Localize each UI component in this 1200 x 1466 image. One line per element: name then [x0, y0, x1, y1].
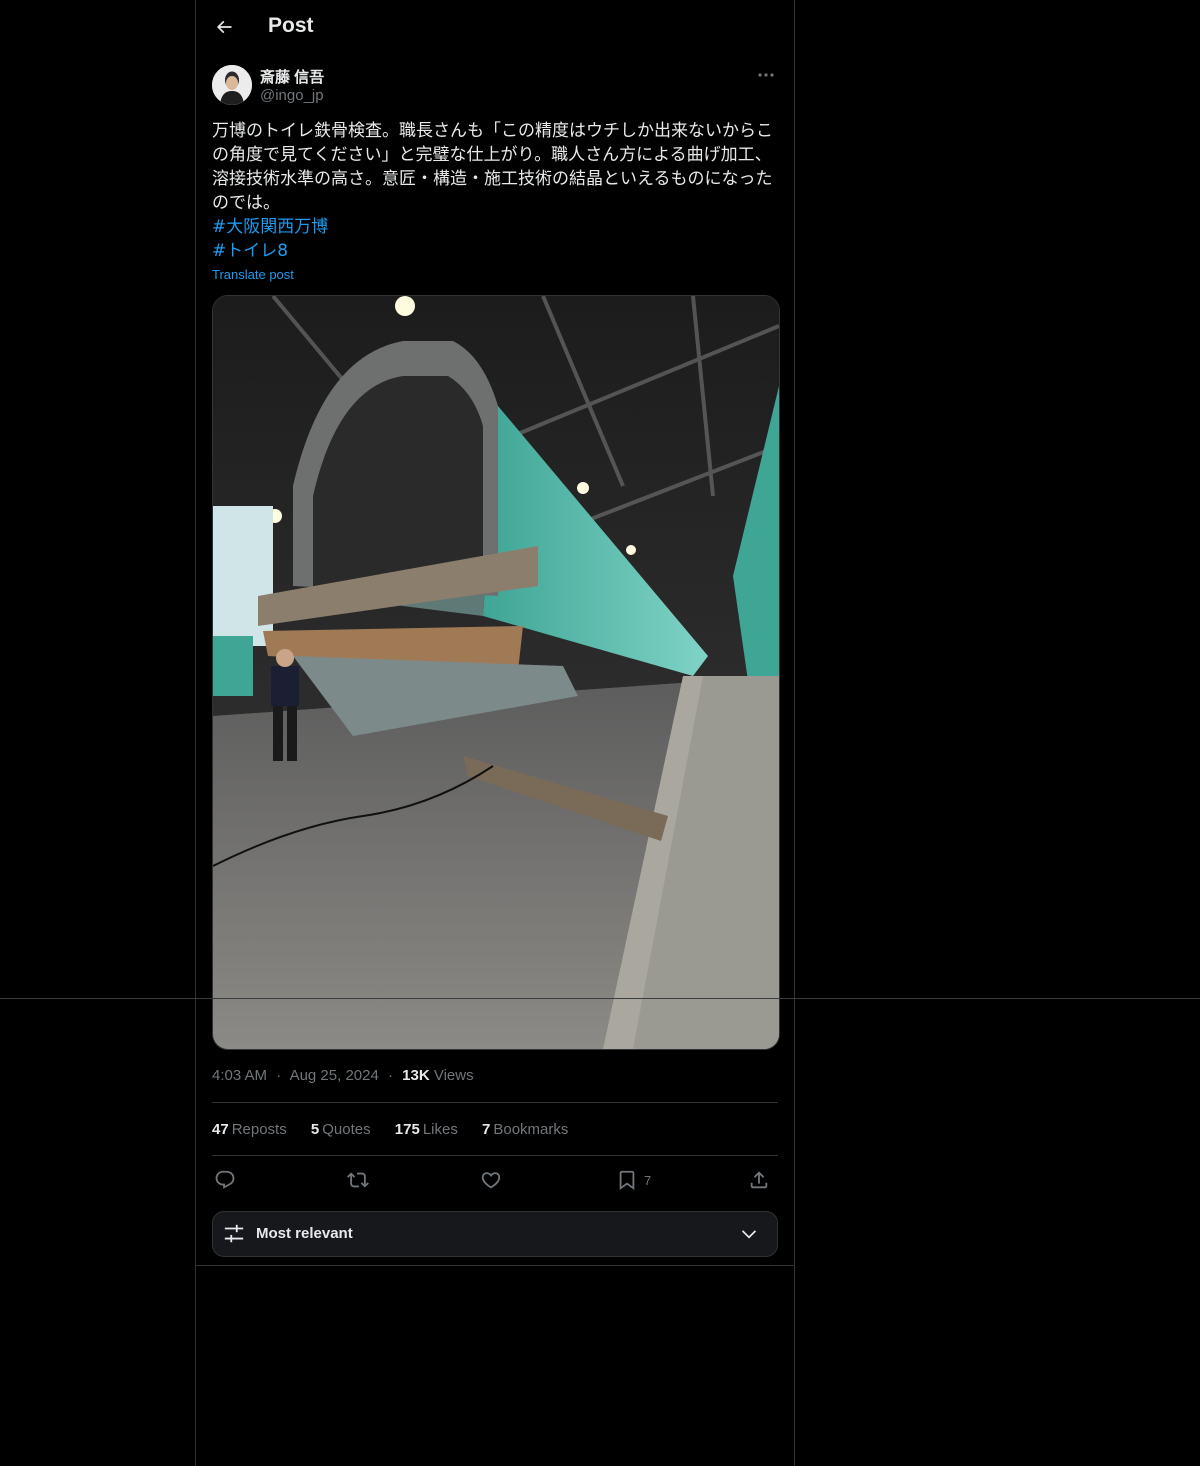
more-options-button[interactable] — [754, 65, 778, 85]
chevron-down-icon — [741, 1230, 757, 1239]
post-date[interactable]: Aug 25, 2024 — [290, 1067, 379, 1084]
avatar[interactable] — [212, 65, 252, 105]
action-bar: 7 — [212, 1165, 778, 1195]
post-meta: 4:03 AM · Aug 25, 2024 · 13K Views — [212, 1067, 474, 1084]
reply-icon — [215, 1170, 235, 1189]
post-text-line: 万博のトイレ鉄骨検査。職長さんも「この精度はウチしか出来ないからこ — [212, 121, 773, 141]
likes-count: 175 — [394, 1121, 420, 1138]
bookmarks-label: Bookmarks — [493, 1121, 569, 1138]
translate-post-link[interactable]: Translate post — [212, 267, 294, 282]
sliders-icon — [224, 1224, 244, 1243]
meta-separator: · — [276, 1067, 282, 1084]
divider — [196, 1265, 794, 1266]
post-text-line: のでは。 — [212, 193, 280, 213]
arrow-left-icon — [216, 20, 232, 34]
bookmark-button[interactable]: 7 — [616, 1165, 651, 1195]
bookmarks-stat[interactable]: 7 Bookmarks — [482, 1121, 568, 1138]
post-photo[interactable] — [212, 295, 780, 1050]
quotes-stat[interactable]: 5 Quotes — [311, 1121, 371, 1138]
engagement-stats: 47 Reposts 5 Quotes 175 Likes 7 Bookmarks — [212, 1121, 588, 1138]
quotes-count: 5 — [310, 1121, 320, 1138]
more-icon — [758, 73, 774, 77]
repost-icon — [347, 1172, 369, 1188]
author-handle[interactable]: @ingo_jp — [260, 87, 324, 104]
repost-button[interactable] — [347, 1165, 369, 1195]
hashtag-link[interactable]: #トイレ8 — [212, 239, 288, 263]
post-text-line: 溶接技術水準の高さ。意匠・構造・施工技術の結晶といえるものになった — [212, 169, 773, 189]
back-button[interactable] — [210, 13, 238, 41]
author-display-name[interactable]: 斎藤 信吾 — [260, 66, 324, 87]
views-label: Views — [433, 1067, 474, 1084]
page-title: Post — [268, 14, 314, 37]
avatar-image — [212, 65, 252, 105]
author-row: 斎藤 信吾 @ingo_jp — [212, 65, 778, 107]
divider — [0, 998, 1200, 999]
reposts-count: 47 — [212, 1121, 229, 1138]
share-icon — [750, 1171, 768, 1189]
factory-photo-image — [213, 296, 779, 1049]
likes-stat[interactable]: 175 Likes — [395, 1121, 458, 1138]
heart-icon — [481, 1172, 501, 1189]
reposts-label: Reposts — [231, 1121, 287, 1138]
bookmarks-count: 7 — [482, 1121, 491, 1138]
reposts-stat[interactable]: 47 Reposts — [212, 1121, 287, 1138]
views-count: 13K — [402, 1067, 430, 1084]
post-column: Post 斎藤 信吾 @ingo_jp 万博のトイレ鉄骨検査。職長さんも「この精… — [195, 0, 795, 1466]
hashtag-link[interactable]: #大阪関西万博 — [212, 215, 328, 239]
like-button[interactable] — [480, 1165, 502, 1195]
post-time[interactable]: 4:03 AM — [212, 1067, 267, 1084]
bookmark-icon — [619, 1170, 635, 1191]
likes-label: Likes — [422, 1121, 458, 1138]
meta-separator: · — [387, 1067, 393, 1084]
reply-button[interactable] — [214, 1165, 236, 1195]
bookmark-count: 7 — [644, 1172, 652, 1188]
post-text: 万博のトイレ鉄骨検査。職長さんも「この精度はウチしか出来ないからこ の角度で見て… — [212, 119, 778, 215]
share-button[interactable] — [748, 1165, 770, 1195]
divider — [212, 1102, 778, 1103]
quotes-label: Quotes — [322, 1121, 371, 1138]
sort-replies-dropdown[interactable]: Most relevant — [212, 1211, 778, 1257]
sort-label: Most relevant — [256, 1225, 353, 1242]
post-text-line: の角度で見てください」と完璧な仕上がり。職人さん方による曲げ加工、 — [212, 145, 772, 165]
divider — [212, 1155, 778, 1156]
post-header: Post — [196, 0, 794, 54]
